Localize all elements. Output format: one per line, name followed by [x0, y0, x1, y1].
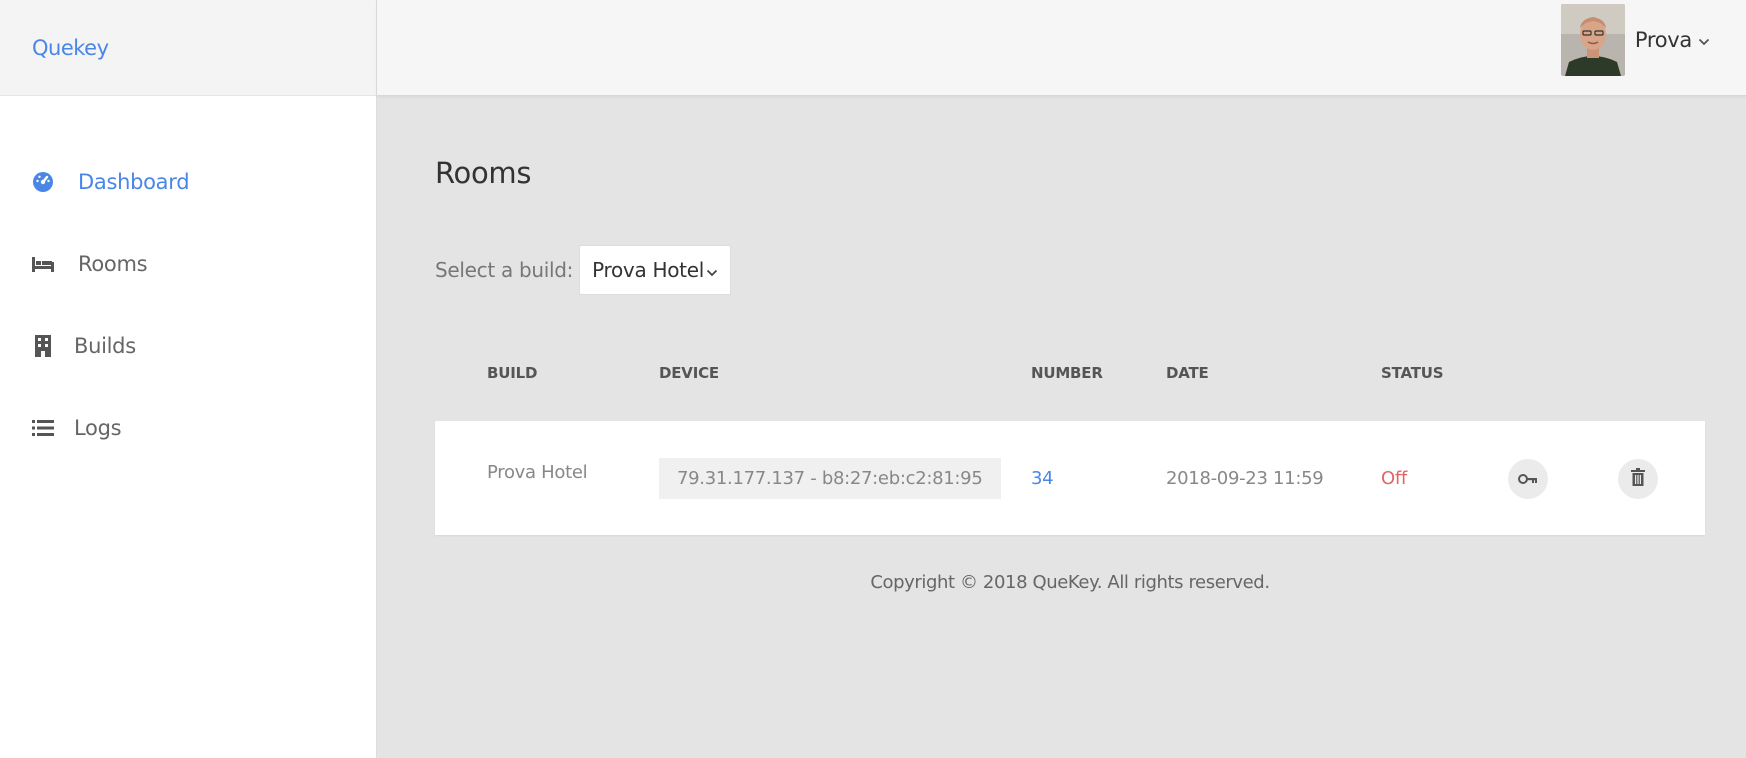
filter-label: Select a build:	[435, 258, 574, 282]
chevron-down-icon	[1698, 31, 1710, 50]
column-header-device: DEVICE	[659, 364, 719, 382]
top-bar: Prova	[377, 0, 1746, 96]
user-menu[interactable]: Prova	[1560, 4, 1710, 76]
brand-bar: Quekey	[0, 0, 376, 96]
row-build: Prova Hotel	[487, 461, 588, 483]
sidebar-item-logs[interactable]: Logs	[0, 406, 376, 450]
sidebar-item-builds[interactable]: Builds	[0, 324, 376, 368]
column-header-status: STATUS	[1381, 364, 1444, 382]
delete-button[interactable]	[1618, 459, 1658, 499]
column-header-build: BUILD	[487, 364, 538, 382]
main-content: Rooms Select a build: Prova Hotel BUILD …	[377, 96, 1746, 758]
chevron-down-icon	[706, 258, 718, 282]
sidebar-item-rooms[interactable]: Rooms	[0, 242, 376, 286]
key-button[interactable]	[1508, 459, 1548, 499]
avatar[interactable]	[1560, 4, 1625, 76]
column-header-date: DATE	[1166, 364, 1209, 382]
building-icon	[30, 333, 56, 359]
table-header: BUILD DEVICE NUMBER DATE STATUS	[435, 364, 1705, 388]
sidebar-nav: Dashboard Rooms Builds Logs	[0, 160, 376, 488]
build-select-value: Prova Hotel	[592, 258, 704, 282]
list-icon	[30, 415, 56, 441]
column-header-number: NUMBER	[1031, 364, 1103, 382]
key-icon	[1518, 470, 1538, 489]
footer-copyright: Copyright © 2018 QueKey. All rights rese…	[870, 572, 1270, 593]
sidebar-item-label: Rooms	[78, 252, 148, 276]
row-device-cell: 79.31.177.137 - b8:27:eb:c2:81:95	[659, 421, 1001, 535]
app-window: Quekey Dashboard Rooms Builds Logs Prova…	[0, 0, 1746, 758]
sidebar-item-dashboard[interactable]: Dashboard	[0, 160, 376, 204]
trash-icon	[1631, 468, 1645, 490]
sidebar-item-label: Builds	[74, 334, 136, 358]
row-device: 79.31.177.137 - b8:27:eb:c2:81:95	[659, 457, 1001, 499]
page-title: Rooms	[435, 156, 532, 190]
sidebar-item-label: Dashboard	[78, 170, 190, 194]
brand-logo[interactable]: Quekey	[32, 36, 109, 60]
build-select[interactable]: Prova Hotel	[579, 245, 731, 295]
sidebar-item-label: Logs	[74, 416, 122, 440]
table-row: Prova Hotel 79.31.177.137 - b8:27:eb:c2:…	[435, 421, 1705, 535]
bed-icon	[30, 251, 56, 277]
row-number[interactable]: 34	[1031, 421, 1054, 535]
sidebar: Quekey Dashboard Rooms Builds Logs	[0, 0, 377, 758]
dashboard-icon	[30, 169, 56, 195]
build-filter: Select a build: Prova Hotel	[435, 245, 731, 295]
user-name: Prova	[1634, 28, 1692, 52]
row-status: Off	[1381, 467, 1407, 489]
row-date: 2018-09-23 11:59	[1166, 467, 1324, 489]
